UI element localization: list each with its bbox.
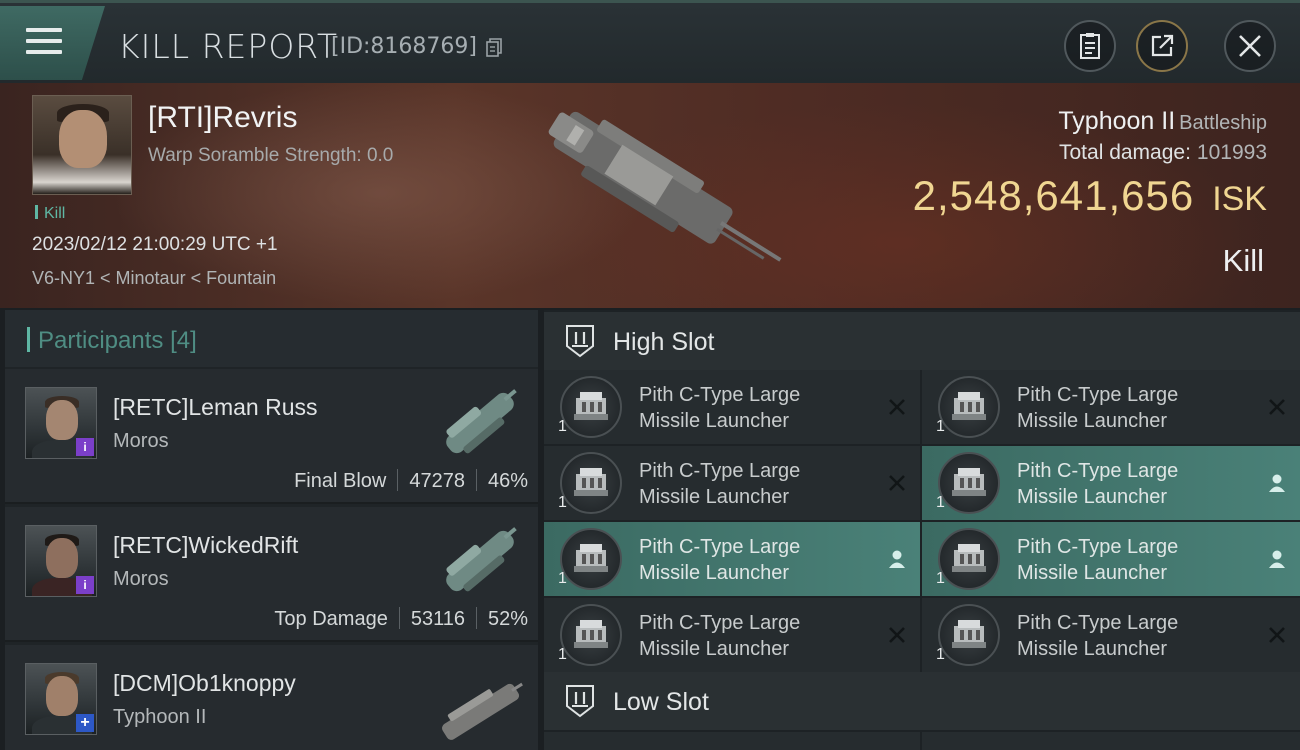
participant-card[interactable]: i [RETC]Leman Russ Moros Final Blow 47278…	[5, 369, 538, 504]
module-quantity: 1	[558, 646, 567, 663]
high-slot-module[interactable]: 1 Pith C-Type Large Missile Launcher	[544, 522, 920, 596]
missile-launcher-icon	[560, 604, 622, 666]
participant-avatar[interactable]: +	[25, 663, 97, 735]
module-name: Pith C-Type Large Missile Launcher	[1017, 536, 1179, 584]
plus-badge-icon[interactable]: +	[76, 714, 94, 732]
high-slot-module[interactable]: 1 Pith C-Type Large Missile Launcher	[922, 522, 1300, 596]
module-quantity: 1	[558, 570, 567, 587]
missile-launcher-icon	[938, 452, 1000, 514]
module-quantity: 1	[936, 494, 945, 511]
total-damage: Total damage: 101993	[1059, 141, 1267, 164]
share-icon	[1151, 34, 1174, 57]
warp-scramble-strength: Warp Soramble Strength: 0.0	[148, 145, 394, 166]
missile-launcher-icon	[560, 376, 622, 438]
participant-name: [RETC]WickedRift	[113, 532, 299, 558]
high-slot-icon	[566, 325, 594, 358]
module-quantity: 1	[558, 494, 567, 511]
module-name: Pith C-Type Large Missile Launcher	[639, 536, 801, 584]
close-button[interactable]	[1224, 20, 1276, 72]
module-quantity: 1	[936, 418, 945, 435]
copy-icon[interactable]	[485, 38, 503, 58]
participant-ship-image	[446, 527, 517, 592]
participant-avatar[interactable]: i	[25, 387, 97, 459]
info-badge-icon[interactable]: i	[76, 576, 94, 594]
module-quantity: 1	[936, 646, 945, 663]
module-name: Pith C-Type Large Missile Launcher	[639, 460, 801, 508]
dropped-person-icon	[889, 550, 905, 568]
participant-name: [DCM]Ob1knoppy	[113, 670, 296, 696]
victim-banner: [RTI]Revris Warp Soramble Strength: 0.0 …	[0, 83, 1300, 308]
missile-launcher-icon	[560, 452, 622, 514]
module-name: Pith C-Type Large Missile Launcher	[639, 612, 801, 660]
page-title: KILL REPORT	[118, 27, 338, 66]
victim-ship-name[interactable]: Typhoon II Battleship	[1058, 107, 1267, 136]
fitting-panel: High Slot 1 Pith C-Type Large Missile Laun…	[544, 310, 1300, 750]
participant-avatar[interactable]: i	[25, 525, 97, 597]
low-slot-icon	[566, 685, 594, 718]
module-name: Pith C-Type Large Missile Launcher	[1017, 460, 1179, 508]
destroyed-x-icon	[889, 399, 905, 415]
isk-value: 2,548,641,656 ISK	[912, 172, 1267, 219]
high-slot-module[interactable]: 1 Pith C-Type Large Missile Launcher	[544, 370, 920, 444]
module-name: Pith C-Type Large Missile Launcher	[639, 384, 801, 432]
menu-icon	[26, 28, 62, 58]
participant-ship: Moros	[113, 568, 169, 590]
participant-ship: Typhoon II	[113, 706, 207, 728]
dropped-person-icon	[1269, 474, 1285, 492]
high-slot-title: High Slot	[613, 328, 715, 356]
participant-stats: Final Blow 47278 46%	[294, 469, 528, 492]
participant-ship-image	[446, 389, 517, 454]
module-name: Pith C-Type Large Missile Launcher	[1017, 384, 1179, 432]
kill-tag: Kill	[35, 205, 65, 223]
destroyed-x-icon	[1269, 399, 1285, 415]
participants-panel: Participants [4] i [RETC]Leman Russ Moro…	[5, 310, 538, 750]
share-button[interactable]	[1136, 20, 1188, 72]
module-quantity: 1	[936, 570, 945, 587]
module-quantity: 1	[558, 418, 567, 435]
missile-launcher-icon	[938, 376, 1000, 438]
high-slot-module[interactable]: 1 Pith C-Type Large Missile Launcher	[922, 446, 1300, 520]
participant-stats: Top Damage 53116 52%	[274, 607, 528, 630]
missile-launcher-icon	[560, 528, 622, 590]
high-slot-module[interactable]: 1 Pith C-Type Large Missile Launcher	[544, 446, 920, 520]
top-bar: KILL REPORT [ID:8168769]	[0, 0, 1300, 83]
high-slot-module[interactable]: 1 Pith C-Type Large Missile Launcher	[544, 598, 920, 672]
participants-title: Participants [4]	[27, 327, 197, 355]
destroyed-x-icon	[1269, 627, 1285, 643]
victim-avatar[interactable]	[32, 95, 132, 195]
participant-name: [RETC]Leman Russ	[113, 394, 318, 420]
high-slot-module[interactable]: 1 Pith C-Type Large Missile Launcher	[922, 598, 1300, 672]
participant-card[interactable]: + [DCM]Ob1knoppy Typhoon II	[5, 645, 538, 750]
kill-location[interactable]: V6-NY1 < Minotaur < Fountain	[32, 268, 276, 289]
high-slot-module[interactable]: 1 Pith C-Type Large Missile Launcher	[922, 370, 1300, 444]
destroyed-x-icon	[889, 475, 905, 491]
destroyed-x-icon	[889, 627, 905, 643]
participants-header: Participants [4]	[5, 310, 538, 367]
menu-button[interactable]	[0, 6, 105, 80]
participant-ship-image	[442, 682, 523, 740]
low-slot-title: Low Slot	[613, 688, 709, 716]
kill-result: Kill	[1222, 243, 1264, 278]
clipboard-button[interactable]	[1064, 20, 1116, 72]
low-slot-module[interactable]	[922, 732, 1300, 750]
kill-datetime: 2023/02/12 21:00:29 UTC +1	[32, 234, 278, 255]
missile-launcher-icon	[938, 528, 1000, 590]
high-slot-header: High Slot	[544, 312, 1300, 370]
participant-card[interactable]: i [RETC]WickedRift Moros Top Damage 53116…	[5, 507, 538, 642]
clipboard-icon	[1080, 33, 1100, 59]
report-id: [ID:8168769]	[331, 34, 477, 59]
dropped-person-icon	[1269, 550, 1285, 568]
victim-ship-image	[548, 111, 782, 262]
missile-launcher-icon	[938, 604, 1000, 666]
participant-ship: Moros	[113, 430, 169, 452]
low-slot-module[interactable]	[544, 732, 920, 750]
info-badge-icon[interactable]: i	[76, 438, 94, 456]
close-icon	[1239, 35, 1261, 57]
victim-name[interactable]: [RTI]Revris	[148, 101, 297, 135]
low-slot-header: Low Slot	[544, 672, 1300, 730]
module-name: Pith C-Type Large Missile Launcher	[1017, 612, 1179, 660]
